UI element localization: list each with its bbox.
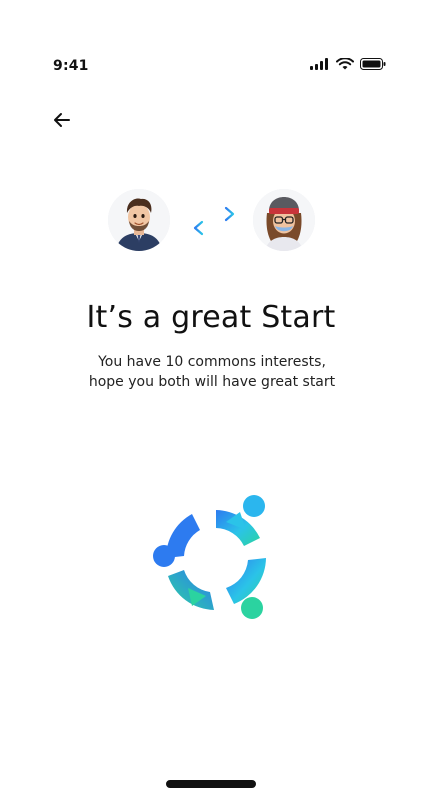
female-avatar-icon — [253, 189, 315, 251]
male-avatar-icon — [108, 189, 170, 251]
home-indicator[interactable] — [166, 780, 256, 788]
community-logo-icon — [153, 495, 266, 619]
status-time: 9:41 — [53, 58, 89, 74]
battery-icon — [360, 58, 386, 70]
status-bar: 9:41 — [0, 0, 422, 80]
wifi-icon — [336, 58, 354, 70]
swap-arrows-icon — [192, 206, 236, 236]
page-title: It’s a great Start — [86, 300, 336, 335]
avatar-female — [253, 189, 315, 251]
avatar-male — [108, 189, 170, 251]
status-icons — [310, 58, 386, 70]
match-avatars — [0, 185, 422, 255]
page-subtitle: You have 10 commons interests, hope you … — [88, 354, 336, 390]
signal-icon — [310, 58, 328, 70]
arrow-left-icon[interactable] — [50, 108, 74, 132]
